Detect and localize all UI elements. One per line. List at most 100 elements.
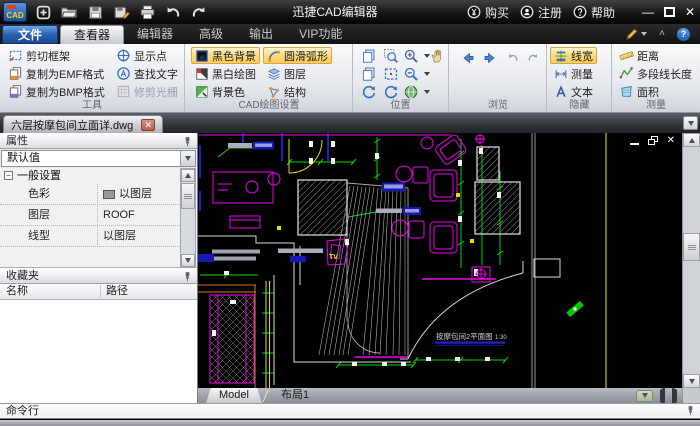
pin-icon[interactable] bbox=[685, 405, 696, 416]
copy-emf-button[interactable]: 复制为EMF格式 bbox=[4, 65, 108, 82]
title-underline bbox=[435, 342, 505, 344]
tab-list-dropdown-button[interactable] bbox=[683, 116, 698, 130]
show-points-icon bbox=[116, 48, 131, 63]
tab-viewer[interactable]: 查看器 bbox=[60, 25, 124, 44]
tab-vip[interactable]: VIP功能 bbox=[286, 25, 355, 44]
help-circle-button[interactable]: ? bbox=[677, 28, 690, 41]
scroll-tabs-right-button[interactable] bbox=[672, 390, 677, 402]
scroll-thumb[interactable] bbox=[683, 233, 700, 261]
undo-button[interactable] bbox=[164, 3, 182, 21]
preset-select[interactable]: 默认值 bbox=[1, 150, 196, 167]
favorites-title: 收藏夹 bbox=[6, 270, 39, 282]
yen-icon bbox=[467, 5, 481, 19]
minimize-button[interactable]: — bbox=[642, 5, 654, 19]
tab-model[interactable]: Model bbox=[206, 388, 262, 403]
grid-scrollbar[interactable] bbox=[180, 168, 196, 268]
line-width-button[interactable]: 线宽 bbox=[550, 47, 597, 64]
property-row-linetype[interactable]: 线型 以图层 bbox=[0, 226, 180, 247]
scroll-down-button[interactable] bbox=[181, 254, 195, 267]
chevron-down-icon bbox=[642, 393, 648, 398]
maximize-button[interactable] bbox=[664, 7, 675, 17]
buy-label: 购买 bbox=[485, 4, 509, 21]
window-controls: — ✕ bbox=[642, 0, 695, 24]
property-group-row[interactable]: − 一般设置 bbox=[0, 168, 180, 184]
title-underline-2 bbox=[435, 345, 505, 346]
zoom-window-icon bbox=[383, 48, 399, 64]
register-button[interactable]: 注册 bbox=[520, 4, 562, 21]
save-as-button[interactable] bbox=[112, 3, 130, 21]
bw-drawing-button[interactable]: 黑白绘图 bbox=[191, 65, 260, 82]
property-row-color[interactable]: 色彩 以图层 bbox=[0, 184, 180, 205]
zoom-out-button[interactable] bbox=[399, 65, 434, 82]
undo-view-button[interactable] bbox=[502, 49, 524, 66]
copy-view-button[interactable] bbox=[357, 47, 381, 64]
scroll-tabs-left-button[interactable] bbox=[660, 390, 665, 402]
group-label-hide: 隐藏 bbox=[548, 96, 611, 111]
mdi-window-controls: ✕ bbox=[630, 136, 675, 145]
help-button[interactable]: 帮助 bbox=[573, 4, 615, 21]
pin-icon[interactable] bbox=[182, 136, 193, 147]
zoom-extents-icon bbox=[383, 66, 399, 82]
help-label: 帮助 bbox=[591, 4, 615, 21]
back-view-button[interactable] bbox=[456, 49, 480, 66]
measure-toggle-button[interactable]: 测量 bbox=[550, 65, 597, 82]
app-logo-icon: CAD bbox=[3, 2, 27, 22]
print-button[interactable] bbox=[138, 3, 156, 21]
arrow-right-icon bbox=[672, 387, 677, 405]
collapse-ribbon-button[interactable]: ˄ bbox=[659, 26, 665, 42]
smooth-arc-button[interactable]: 圆滑弧形 bbox=[263, 47, 332, 64]
file-menu-button[interactable]: 文件 bbox=[2, 25, 58, 44]
command-line-bar[interactable]: 命令行 bbox=[0, 403, 700, 419]
favorites-header: 收藏夹 bbox=[0, 268, 197, 284]
find-text-button[interactable]: 查找文字 bbox=[112, 65, 182, 82]
tab-layout1[interactable]: 布局1 bbox=[269, 388, 321, 403]
tab-advanced[interactable]: 高级 bbox=[186, 25, 236, 44]
cut-frame-button[interactable]: 剪切框架 bbox=[4, 47, 74, 64]
favorites-list[interactable] bbox=[0, 300, 197, 403]
forward-view-button[interactable] bbox=[478, 49, 502, 66]
column-path[interactable]: 路径 bbox=[106, 284, 128, 299]
close-document-icon[interactable]: ✕ bbox=[141, 119, 155, 131]
scrollbar-corner bbox=[682, 388, 700, 403]
measure-icon bbox=[554, 67, 568, 81]
buy-button[interactable]: 购买 bbox=[467, 4, 509, 21]
show-points-button[interactable]: 显示点 bbox=[112, 47, 171, 64]
paste-view-button[interactable] bbox=[357, 65, 381, 82]
polyline-length-button[interactable]: 多段线长度 bbox=[615, 65, 696, 82]
scroll-thumb[interactable] bbox=[181, 183, 195, 209]
mdi-restore-button[interactable] bbox=[648, 136, 658, 145]
properties-title: 属性 bbox=[6, 135, 28, 147]
pin-icon[interactable] bbox=[182, 271, 193, 282]
save-button[interactable] bbox=[86, 3, 104, 21]
collapse-icon[interactable]: − bbox=[4, 171, 13, 180]
layers-button[interactable]: 图层 bbox=[263, 65, 310, 82]
tab-output[interactable]: 输出 bbox=[236, 25, 286, 44]
column-name[interactable]: 名称 bbox=[6, 284, 28, 299]
style-pen-button[interactable] bbox=[625, 27, 647, 41]
tab-separator bbox=[263, 390, 269, 402]
close-button[interactable]: ✕ bbox=[685, 5, 695, 19]
scroll-down-button[interactable] bbox=[683, 374, 700, 388]
preset-dropdown-button[interactable] bbox=[180, 151, 195, 166]
distance-button[interactable]: 距离 bbox=[615, 47, 663, 64]
scroll-up-button[interactable] bbox=[181, 169, 195, 182]
document-tab[interactable]: 六层按摩包间立面详.dwg ✕ bbox=[3, 115, 163, 133]
tab-editor[interactable]: 编辑器 bbox=[124, 25, 186, 44]
bw-icon bbox=[195, 67, 209, 81]
canvas-vertical-scrollbar[interactable] bbox=[682, 133, 700, 388]
open-file-button[interactable] bbox=[60, 3, 78, 21]
cad-canvas[interactable]: TV 按摩包间2平面图 1:30 ✕ bbox=[198, 133, 682, 388]
redo-view-button[interactable] bbox=[522, 49, 544, 66]
layout-list-dropdown-button[interactable] bbox=[636, 390, 653, 402]
mdi-close-button[interactable]: ✕ bbox=[667, 136, 675, 145]
new-file-button[interactable] bbox=[34, 3, 52, 21]
black-background-button[interactable]: 黑色背景 bbox=[191, 47, 260, 64]
group-tools: 剪切框架 复制为EMF格式 复制为BMP格式 显示点 查找文字 修剪光栅 工具 bbox=[0, 44, 185, 112]
pan-button[interactable] bbox=[425, 47, 449, 64]
layout-strip-controls bbox=[636, 390, 677, 402]
property-row-layer[interactable]: 图层 ROOF bbox=[0, 205, 180, 226]
zoom-in-icon bbox=[403, 48, 419, 64]
mdi-minimize-button[interactable] bbox=[630, 137, 639, 145]
scroll-up-button[interactable] bbox=[683, 133, 700, 147]
cad-drawing[interactable]: TV 按摩包间2平面图 1:30 bbox=[198, 133, 682, 388]
